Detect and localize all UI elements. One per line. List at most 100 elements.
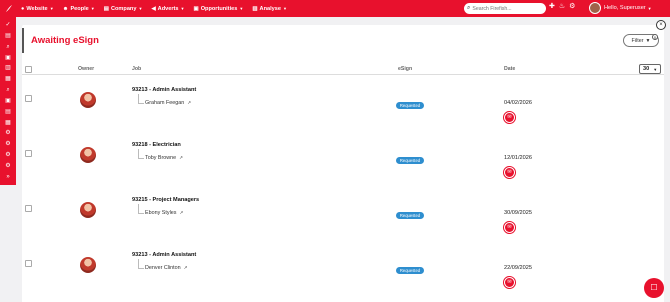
select-all-checkbox[interactable] xyxy=(25,66,32,73)
email-button[interactable]: ✉ xyxy=(503,111,516,124)
mail-icon: ✉ xyxy=(505,113,514,122)
status-badge: Requested xyxy=(396,157,424,164)
caret-down-icon: ▼ xyxy=(180,6,185,11)
candidate-name: Graham Feegan xyxy=(145,100,185,106)
nav-people-label: People xyxy=(70,5,89,12)
job-link[interactable]: 93213 - Admin Assistant xyxy=(132,87,196,93)
check-icon[interactable]: ✓ xyxy=(0,20,16,31)
building-icon: ▤ xyxy=(103,5,109,12)
caret-down-icon: ▼ xyxy=(283,6,287,11)
candidate-name: Denver Clinton xyxy=(145,265,181,271)
expand-icon[interactable]: » xyxy=(0,172,16,183)
page-title: Awaiting eSign xyxy=(31,35,99,46)
nav-company-label: Company xyxy=(110,5,137,12)
job-link[interactable]: 93215 - Project Managers xyxy=(132,197,199,203)
esign-header[interactable]: eSign xyxy=(398,66,412,72)
caret-down-icon: ▼ xyxy=(49,6,54,11)
table-row: 93215 - Project Managers Ebony Styles ↗ R… xyxy=(22,195,664,250)
chat-icon: ☐ xyxy=(650,283,658,292)
search-icon[interactable]: ⌕ xyxy=(0,85,16,96)
mail-icon: ✉ xyxy=(505,223,514,232)
search-box[interactable]: ⌕ xyxy=(464,3,546,14)
search-icon: ⌕ xyxy=(467,5,471,11)
logo-icon[interactable] xyxy=(0,0,16,17)
settings-icon[interactable]: ⚙ xyxy=(0,128,16,139)
document-icon[interactable]: ▤ xyxy=(0,107,16,118)
chevron-down-icon: ▼ xyxy=(653,66,658,72)
person-icon: ☻ xyxy=(62,5,69,12)
row-checkbox[interactable] xyxy=(25,260,32,267)
building-icon[interactable]: ▥ xyxy=(0,63,16,74)
external-link-icon[interactable]: ↗ xyxy=(184,265,188,270)
status-badge: Requested xyxy=(396,212,424,219)
nav-company[interactable]: ▤ Company ▼ xyxy=(104,6,143,12)
search-icon[interactable]: ⌕ xyxy=(0,42,16,53)
row-checkbox[interactable] xyxy=(25,205,32,212)
add-user-icon[interactable]: ✚ xyxy=(549,2,555,10)
candidate-link[interactable]: Graham Feegan ↗ xyxy=(145,100,191,106)
settings-icon[interactable]: ⚙ xyxy=(0,139,16,150)
table-row: 93213 - Admin Assistant Graham Feegan ↗ R… xyxy=(22,85,664,140)
avatar xyxy=(80,202,96,218)
chat-button[interactable]: ☐ xyxy=(644,278,664,298)
tree-connector xyxy=(138,204,144,214)
awaiting-esign-panel: Awaiting eSign Filter ▼ 0 Owner Job eSig… xyxy=(22,25,664,302)
search-input[interactable] xyxy=(472,5,543,12)
candidate-link[interactable]: Ebony Styles ↗ xyxy=(145,210,183,216)
candidate-name: Toby Browne xyxy=(145,155,177,161)
tree-connector xyxy=(138,94,144,104)
close-button[interactable]: × xyxy=(656,20,666,30)
job-link[interactable]: 93218 - Electrician xyxy=(132,142,181,148)
status-badge: Requested xyxy=(396,102,424,109)
nav-adverts[interactable]: ◀ Adverts ▼ xyxy=(151,6,184,12)
user-menu[interactable]: Hello, Superuser ▼ xyxy=(589,2,652,14)
nav-people[interactable]: ☻ People ▼ xyxy=(63,6,95,12)
external-link-icon[interactable]: ↗ xyxy=(187,100,191,105)
candidate-link[interactable]: Toby Browne ↗ xyxy=(145,155,183,161)
chart-icon[interactable]: ▦ xyxy=(0,74,16,85)
job-header[interactable]: Job xyxy=(132,66,141,72)
settings-icon[interactable]: ⚙ xyxy=(0,161,16,172)
calendar-icon[interactable]: ▦ xyxy=(0,118,16,129)
caret-down-icon: ▼ xyxy=(647,5,652,11)
email-button[interactable]: ✉ xyxy=(503,166,516,179)
email-button[interactable]: ✉ xyxy=(503,276,516,289)
nav-opportunities-label: Opportunities xyxy=(200,5,238,12)
nav-opportunities[interactable]: ▣ Opportunities ▼ xyxy=(193,6,243,12)
per-page-select[interactable]: 30 ▼ xyxy=(639,64,661,74)
per-page-value: 30 xyxy=(643,66,650,72)
email-button[interactable]: ✉ xyxy=(503,221,516,234)
mail-icon: ✉ xyxy=(505,278,514,287)
row-checkbox[interactable] xyxy=(25,95,32,102)
date-value: 04/02/2026 xyxy=(504,100,532,106)
date-value: 22/09/2025 xyxy=(504,265,532,271)
megaphone-icon: ◀ xyxy=(151,5,156,12)
candidate-name: Ebony Styles xyxy=(145,210,177,216)
gear-icon[interactable]: ⚙ xyxy=(569,2,575,10)
date-value: 30/09/2025 xyxy=(504,210,532,216)
external-link-icon[interactable]: ↗ xyxy=(179,155,183,160)
inbox-icon[interactable]: ▤ xyxy=(0,31,16,42)
table-row: 93213 - Admin Assistant Denver Clinton ↗ … xyxy=(22,250,664,302)
date-header[interactable]: Date xyxy=(504,66,515,72)
external-link-icon[interactable]: ↗ xyxy=(179,210,183,215)
settings-icon[interactable]: ⚙ xyxy=(0,150,16,161)
owner-header[interactable]: Owner xyxy=(78,66,94,72)
nav-website[interactable]: ● Website ▼ xyxy=(21,6,54,12)
table-header: Owner Job eSign Date 30 ▼ xyxy=(22,63,664,75)
date-value: 12/01/2026 xyxy=(504,155,532,161)
briefcase-icon[interactable]: ▣ xyxy=(0,53,16,64)
caret-down-icon: ▼ xyxy=(239,6,244,11)
user-greeting: Hello, Superuser xyxy=(604,5,646,11)
filter-count-badge: 0 xyxy=(652,34,658,40)
briefcase-icon[interactable]: ▣ xyxy=(0,96,16,107)
caret-down-icon: ▼ xyxy=(90,6,95,11)
lightbulb-icon[interactable]: ♨ xyxy=(559,2,565,10)
job-link[interactable]: 93213 - Admin Assistant xyxy=(132,252,196,258)
status-badge: Requested xyxy=(396,267,424,274)
nav-analyse[interactable]: ▥ Analyse ▼ xyxy=(252,6,287,12)
panel-header: Awaiting eSign Filter ▼ 0 xyxy=(22,28,664,53)
candidate-link[interactable]: Denver Clinton ↗ xyxy=(145,265,187,271)
table-row: 93218 - Electrician Toby Browne ↗ Request… xyxy=(22,140,664,195)
row-checkbox[interactable] xyxy=(25,150,32,157)
